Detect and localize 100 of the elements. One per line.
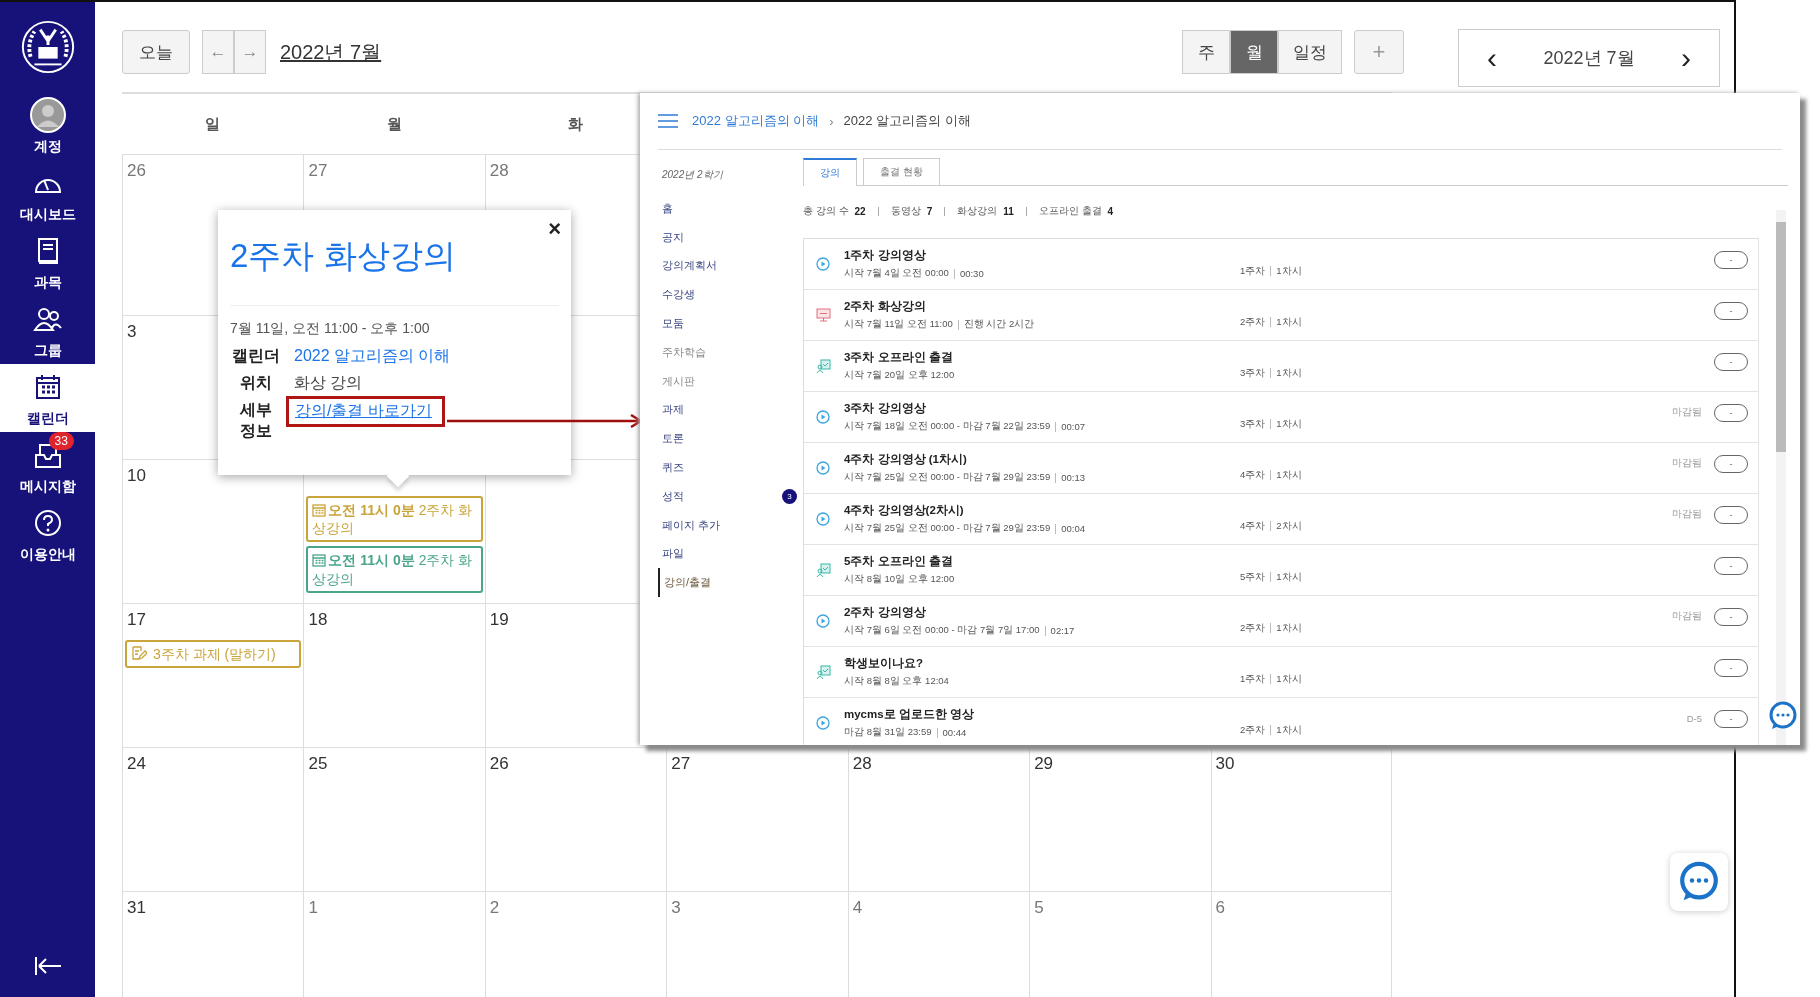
weekday-header: 월	[386, 114, 402, 134]
lecture-row[interactable]: 4주차 강의영상 (1차시) 시작 7월 25일 오전 00:00 - 마감 7월 29일 23:59 00:13 4주차 1차시 마감됨 -	[804, 443, 1759, 494]
course-nav-item[interactable]: 페이지 추가	[658, 510, 803, 540]
breadcrumb-link[interactable]: 2022 알고리즘의 이해	[692, 112, 820, 130]
day-cell[interactable]: 29	[1029, 748, 1211, 891]
attendance-button[interactable]: -	[1714, 659, 1748, 677]
day-number[interactable]: 31	[127, 898, 146, 917]
view-tab[interactable]: 일정	[1278, 30, 1342, 74]
day-cell[interactable]: 28	[847, 748, 1030, 891]
day-number[interactable]: 26	[127, 161, 146, 180]
day-cell[interactable]: 6	[1210, 892, 1392, 997]
lecture-row[interactable]: 5주차 오프라인 출결 시작 8월 10일 오후 12:00 5주차 1차시 -	[804, 545, 1759, 596]
day-cell[interactable]: 24	[122, 748, 304, 891]
period-label: 1차시	[1276, 366, 1302, 380]
lecture-row[interactable]: 2주차 강의영상 시작 7월 6일 오전 00:00 - 마감 7월 7일 17:00 02:17 2주차 1차시 마감됨 -	[804, 596, 1759, 647]
lecture-title: 3주차 오프라인 출결	[844, 350, 954, 365]
month-title[interactable]: 2022년 7월	[280, 38, 382, 66]
day-number[interactable]: 10	[127, 466, 146, 485]
attendance-button[interactable]: -	[1714, 404, 1748, 422]
attendance-button[interactable]: -	[1714, 251, 1748, 269]
lecture-schedule: 시작 7월 18일 오전 00:00 - 마감 7월 22일 23:59	[844, 420, 1051, 433]
day-number[interactable]: 30	[1215, 754, 1235, 773]
day-cell[interactable]: 5	[1029, 892, 1211, 997]
course-nav-item[interactable]: 강의/출결	[658, 568, 803, 598]
day-number[interactable]: 18	[308, 610, 328, 629]
previous-month-button[interactable]: ‹	[1481, 42, 1503, 74]
day-number[interactable]: 4	[852, 898, 863, 917]
lecture-row[interactable]: 3주차 강의영상 시작 7월 18일 오전 00:00 - 마감 7월 22일 23:59 00:07 3주차 1차시 마감됨 -	[804, 392, 1759, 443]
attendance-button[interactable]: -	[1714, 557, 1748, 575]
lecture-row[interactable]: 3주차 오프라인 출결 시작 7월 20일 오후 12:00 3주차 1차시 -	[804, 341, 1759, 392]
day-cell[interactable]: 30	[1210, 748, 1392, 891]
day-number[interactable]: 24	[127, 754, 146, 773]
attendance-button[interactable]: -	[1714, 302, 1748, 320]
sidebar-item[interactable]: 이용안내	[0, 500, 95, 568]
sidebar-item[interactable]: 과목	[0, 228, 95, 296]
attendance-button[interactable]: -	[1714, 353, 1748, 371]
view-tab[interactable]: 주	[1182, 30, 1230, 74]
day-cell[interactable]: 2	[484, 892, 667, 997]
day-number[interactable]: 29	[1034, 754, 1054, 773]
week-label: 2주차	[1240, 621, 1266, 635]
lecture-row[interactable]: 1주차 강의영상 시작 7월 4일 오전 00:00 00:30 1주차 1차시 -	[804, 239, 1759, 290]
chat-bubble-icon[interactable]	[1768, 701, 1798, 731]
collapse-icon[interactable]	[32, 955, 63, 977]
scrollbar[interactable]	[1776, 210, 1786, 745]
lecture-schedule: 시작 7월 11일 오전 11:00	[844, 318, 953, 331]
tab[interactable]: 강의	[803, 158, 857, 186]
attendance-button[interactable]: -	[1714, 455, 1748, 473]
day-number[interactable]: 27	[308, 161, 328, 180]
course-nav-item[interactable]: 성적 3	[658, 481, 803, 511]
close-button[interactable]: ×	[548, 216, 561, 242]
day-number[interactable]: 25	[308, 754, 328, 773]
book-icon	[35, 237, 60, 265]
chat-button[interactable]	[1670, 853, 1728, 911]
course-nav-item[interactable]: 토론	[658, 424, 803, 454]
day-number[interactable]: 3	[127, 322, 137, 341]
attendance-button[interactable]: -	[1714, 506, 1748, 524]
menu-icon[interactable]	[658, 114, 678, 128]
tab[interactable]: 출결 현황	[863, 158, 940, 185]
view-tab[interactable]: 월	[1230, 30, 1278, 74]
day-cell[interactable]: 27	[666, 748, 848, 891]
sidebar-item[interactable]: 33 메시지함	[0, 432, 95, 500]
week-label: 3주차	[1240, 366, 1266, 380]
day-cell[interactable]: 1	[303, 892, 485, 997]
day-number[interactable]: 28	[852, 754, 872, 773]
day-number[interactable]: 1	[308, 898, 318, 917]
day-cell[interactable]: 18	[303, 604, 485, 747]
day-number[interactable]: 6	[1215, 898, 1226, 917]
day-number[interactable]: 5	[1034, 898, 1044, 917]
day-number[interactable]: 26	[489, 754, 509, 773]
day-cell[interactable]: 31	[122, 892, 304, 997]
lecture-title: 4주차 강의영상(2차시)	[844, 503, 965, 518]
course-nav-item[interactable]: 파일	[658, 539, 803, 569]
day-cell[interactable]: 4	[847, 892, 1030, 997]
day-number[interactable]: 27	[671, 754, 691, 773]
day-number[interactable]: 28	[489, 161, 509, 180]
sidebar-item[interactable]: 그룹	[0, 296, 95, 364]
lecture-row[interactable]: 학생보이나요? 시작 8월 8일 오후 12:04 1주차 1차시 -	[804, 647, 1759, 698]
sidebar-item[interactable]: 캘린더	[0, 364, 95, 432]
attendance-button[interactable]: -	[1714, 608, 1748, 626]
course-nav-item[interactable]: 퀴즈	[658, 453, 803, 482]
lecture-row[interactable]: 2주차 화상강의 시작 7월 11일 오전 11:00 진행 시간 2시간 2주차 1차시 -	[804, 290, 1759, 341]
day-number[interactable]: 3	[671, 898, 681, 917]
next-month-button[interactable]: ›	[1675, 42, 1697, 74]
day-cell[interactable]: 26	[484, 748, 667, 891]
sidebar-item[interactable]: 대시보드	[0, 160, 95, 228]
day-number[interactable]: 2	[489, 898, 500, 917]
day-number[interactable]: 19	[489, 610, 509, 629]
stat-value: 22	[854, 205, 866, 217]
attendance-button[interactable]: -	[1714, 710, 1748, 728]
today-button[interactable]: 오늘	[122, 30, 190, 74]
day-number[interactable]: 17	[127, 610, 146, 629]
sidebar-item[interactable]: 계정	[0, 92, 95, 160]
day-cell[interactable]: 25	[303, 748, 485, 891]
day-cell[interactable]: 3	[666, 892, 848, 997]
lecture-row[interactable]: mycms로 업로드한 영상 마감 8월 31일 23:59 00:44 2주차 1차시 D-5 -	[804, 698, 1759, 745]
day-cell[interactable]: 17 3주차 과제 (말하기)	[122, 604, 304, 747]
course-nav-item[interactable]: 과제	[658, 395, 803, 425]
lecture-row[interactable]: 4주차 강의영상(2차시) 시작 7월 25일 오전 00:00 - 마감 7월 29일 23:59 00:04 4주차 2차시 마감됨 -	[804, 494, 1759, 545]
play-icon	[816, 512, 830, 526]
week-label: 2주차	[1240, 315, 1266, 329]
